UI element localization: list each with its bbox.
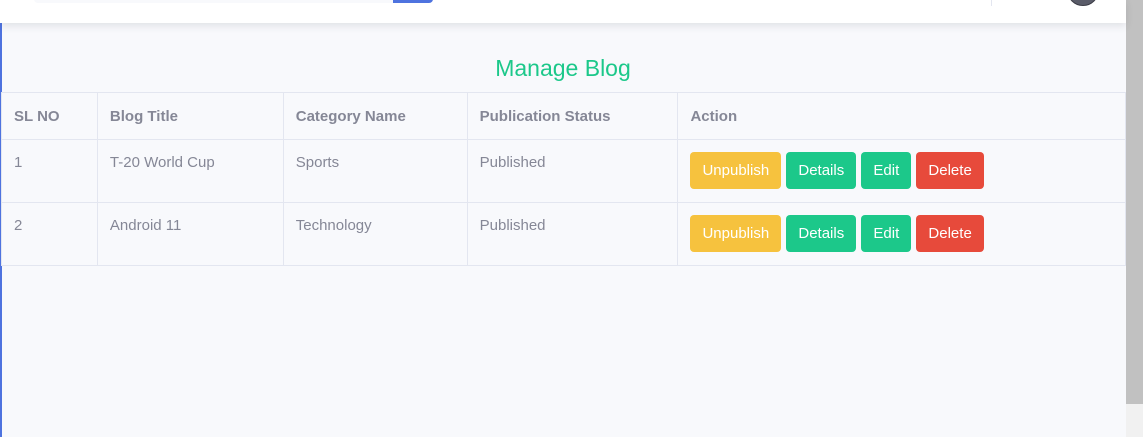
cell-category: Technology bbox=[282, 202, 468, 266]
table-row: 1 T-20 World Cup Sports Published Unpubl… bbox=[1, 139, 1126, 203]
blog-table: SL NO Blog Title Category Name Publicati… bbox=[1, 92, 1126, 266]
scrollbar-thumb[interactable] bbox=[1126, 0, 1143, 404]
topbar-divider bbox=[991, 0, 992, 6]
avatar[interactable] bbox=[1067, 0, 1099, 6]
unpublish-button[interactable]: Unpublish bbox=[690, 152, 782, 189]
cell-category: Sports bbox=[282, 139, 468, 203]
cell-sl-no: 2 bbox=[1, 202, 98, 266]
cell-actions: Unpublish Details Edit Delete bbox=[677, 139, 1126, 203]
cell-actions: Unpublish Details Edit Delete bbox=[677, 202, 1126, 266]
details-button[interactable]: Details bbox=[786, 215, 857, 252]
cell-status: Published bbox=[466, 139, 679, 203]
details-button[interactable]: Details bbox=[786, 152, 857, 189]
column-header-sl-no: SL NO bbox=[1, 92, 98, 140]
delete-button[interactable]: Delete bbox=[916, 152, 984, 189]
table-row: 2 Android 11 Technology Published Unpubl… bbox=[1, 202, 1126, 266]
unpublish-button[interactable]: Unpublish bbox=[690, 215, 782, 252]
topbar bbox=[0, 0, 1126, 23]
column-header-blog-title: Blog Title bbox=[96, 92, 284, 140]
cell-status: Published bbox=[466, 202, 679, 266]
search-input[interactable] bbox=[34, 0, 394, 3]
cell-blog-title: Android 11 bbox=[96, 202, 284, 266]
column-header-action: Action bbox=[677, 92, 1126, 140]
column-header-publication-status: Publication Status bbox=[466, 92, 679, 140]
table-header-row: SL NO Blog Title Category Name Publicati… bbox=[1, 92, 1126, 140]
page-title: Manage Blog bbox=[495, 55, 631, 81]
edit-button[interactable]: Edit bbox=[861, 152, 912, 189]
cell-blog-title: T-20 World Cup bbox=[96, 139, 284, 203]
delete-button[interactable]: Delete bbox=[916, 215, 984, 252]
search-button[interactable] bbox=[393, 0, 433, 3]
column-header-category-name: Category Name bbox=[282, 92, 468, 140]
page: Manage Blog SL NO Blog Title Category Na… bbox=[0, 0, 1143, 437]
cell-sl-no: 1 bbox=[1, 139, 98, 203]
vertical-scrollbar[interactable] bbox=[1126, 0, 1143, 437]
edit-button[interactable]: Edit bbox=[861, 215, 912, 252]
